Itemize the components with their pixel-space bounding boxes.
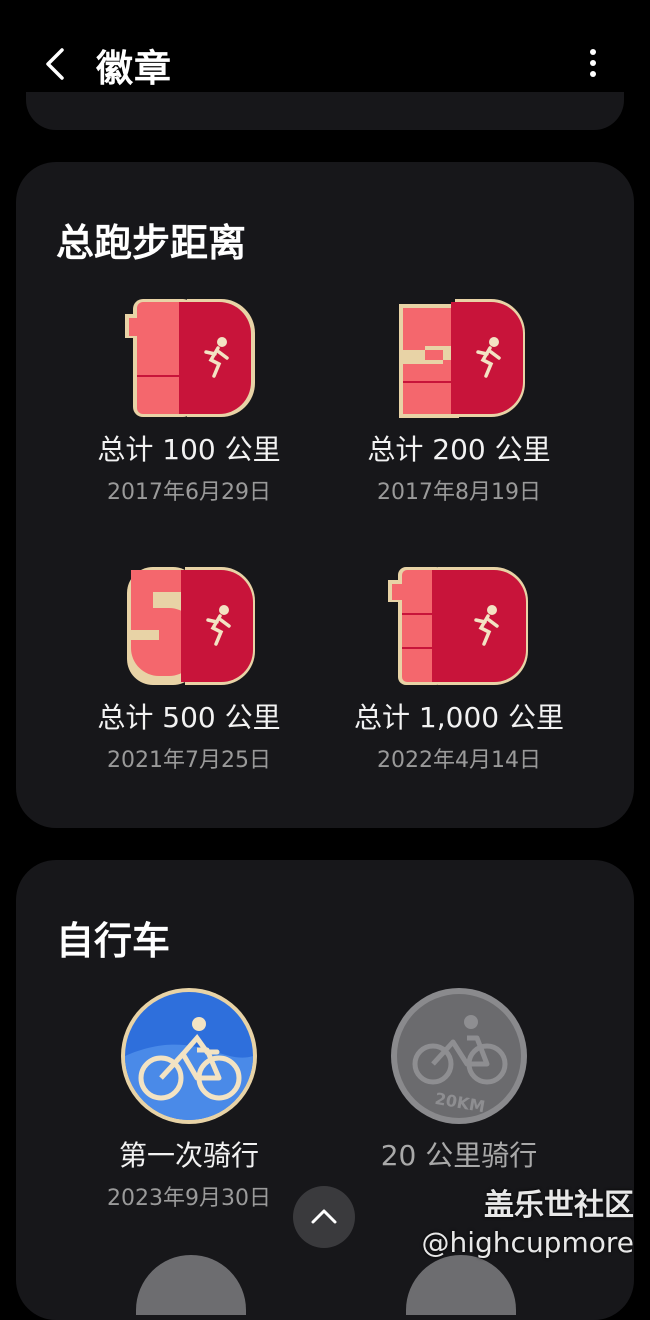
scroll-to-top-button[interactable] [293,1186,355,1248]
badge-label: 总计 100 公里 [97,433,281,466]
chevron-left-icon[interactable] [40,44,74,84]
badge-label: 总计 500 公里 [97,701,281,734]
badge-date: 2017年8月19日 [377,480,541,505]
badge-label: 20 公里骑行 [380,1139,538,1172]
previous-card-edge [26,92,624,130]
badge-date: 2022年4月14日 [377,748,541,773]
badge-label: 总计 200 公里 [367,433,551,466]
badge-1000km[interactable]: 总计 1,000 公里 2022年4月14日 [344,564,574,774]
watermark-site: 盖乐世社区 [484,1188,634,1223]
badge-date: 2021年7月25日 [107,748,271,773]
badge-label: 总计 1,000 公里 [354,701,564,734]
running-200-badge-icon [399,299,525,418]
running-500-badge-icon [127,567,255,685]
section-title-running: 总跑步距离 [56,221,247,265]
badge-500km[interactable]: 总计 500 公里 2021年7月25日 [74,564,304,774]
badge-200km[interactable]: 总计 200 公里 2017年8月19日 [344,296,574,506]
running-distance-card: 总跑步距离 总计 100 公里 2017年6月29日 总计 200 公里 201… [16,162,634,828]
badge-date: 2017年6月29日 [107,480,271,505]
bicycle-20km-badge-locked-icon: 20KM [391,988,527,1124]
badge-label: 第一次骑行 [118,1139,259,1172]
section-title-cycling: 自行车 [56,919,171,963]
badge-date: 2023年9月30日 [107,1186,271,1211]
running-1000-badge-icon [388,567,528,685]
badge-100km[interactable]: 总计 100 公里 2017年6月29日 [74,296,304,506]
chevron-up-icon [311,1209,337,1224]
page-title: 徽章 [96,47,172,90]
bicycle-badge-icon [121,988,257,1124]
badge-first-ride[interactable]: 第一次骑行 2023年9月30日 [74,986,304,1212]
watermark-handle: @highcupmore [421,1226,635,1259]
badge-20km-ride[interactable]: 20KM 20 公里骑行 [344,986,574,1174]
more-vertical-icon[interactable] [576,46,610,80]
running-100-badge-icon [125,299,255,417]
